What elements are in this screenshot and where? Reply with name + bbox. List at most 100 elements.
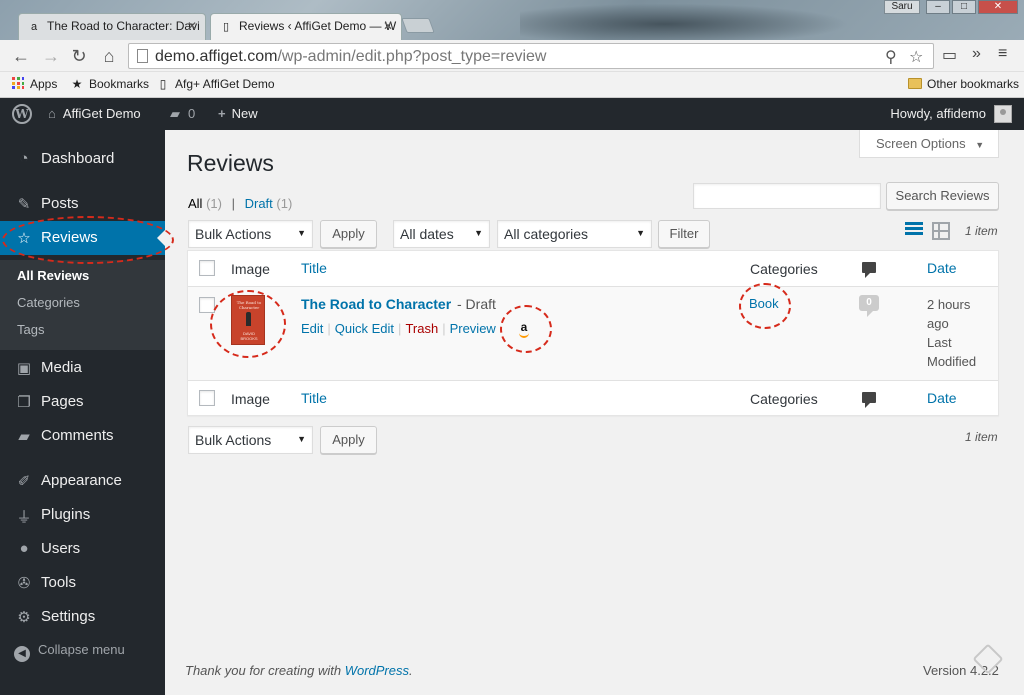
post-title-link[interactable]: The Road to Character: [301, 296, 451, 312]
address-bar[interactable]: demo.affiget.com/wp-admin/edit.php?post_…: [128, 43, 934, 69]
search-reviews-button[interactable]: Search Reviews: [886, 182, 999, 210]
wordpress-link[interactable]: WordPress: [345, 663, 409, 678]
row-checkbox[interactable]: [199, 297, 215, 313]
site-name-link[interactable]: ⌂ AffiGet Demo: [48, 106, 141, 121]
comment-icon: ▰: [170, 106, 180, 121]
sidebar-item-tools[interactable]: ✇ Tools: [0, 566, 165, 600]
comment-column-icon[interactable]: [862, 392, 876, 408]
dropdown-arrow-icon: ▼: [297, 434, 306, 444]
select-all-checkbox[interactable]: [199, 260, 215, 276]
bulk-actions-select[interactable]: Bulk Actions ▼: [188, 220, 313, 248]
profile-button[interactable]: Saru: [884, 0, 920, 14]
folder-icon: [908, 78, 922, 89]
wordpress-logo-icon[interactable]: W: [12, 104, 32, 124]
howdy-user[interactable]: Howdy, affidemo: [890, 106, 986, 121]
avatar[interactable]: [994, 105, 1012, 123]
submenu-categories[interactable]: Categories: [17, 295, 80, 310]
sidebar-item-plugins[interactable]: ⏚ Plugins: [0, 498, 165, 532]
cast-icon[interactable]: ▭: [942, 45, 957, 65]
list-view-icon[interactable]: [905, 222, 923, 240]
pushpin-icon: ✎: [17, 196, 31, 213]
sidebar-item-comments[interactable]: ▰ Comments: [0, 419, 165, 453]
sidebar-item-posts[interactable]: ✎ Posts: [0, 187, 165, 221]
apply-button[interactable]: Apply: [320, 220, 377, 248]
submenu-all-reviews[interactable]: All Reviews: [17, 268, 89, 283]
date-filter-select[interactable]: All dates ▼: [393, 220, 490, 248]
trash-link[interactable]: Trash: [405, 321, 438, 336]
comments-link[interactable]: ▰ 0: [170, 106, 195, 122]
category-filter-select[interactable]: All categories ▼: [497, 220, 652, 248]
tab-title: Reviews ‹ AffiGet Demo — W: [239, 19, 397, 33]
bookmark-apps[interactable]: Apps: [12, 77, 57, 91]
sidebar-item-pages[interactable]: ❐ Pages: [0, 385, 165, 419]
column-title-sort[interactable]: Title: [301, 260, 327, 276]
collapse-menu-button[interactable]: ◀ Collapse menu: [14, 642, 125, 662]
table-header: Image Title Categories Date: [188, 251, 998, 287]
book-cover-author: DAVID BROOKS: [240, 331, 258, 341]
other-bookmarks[interactable]: Other bookmarks: [908, 77, 1019, 91]
filter-all[interactable]: All (1): [188, 196, 222, 211]
plus-icon: +: [218, 106, 226, 121]
search-input[interactable]: [693, 183, 881, 209]
excerpt-view-icon[interactable]: [932, 222, 950, 240]
home-icon[interactable]: ⌂: [98, 45, 120, 67]
sidebar-item-reviews[interactable]: ☆ Reviews: [0, 221, 165, 255]
sidebar-item-dashboard[interactable]: ◔ Dashboard: [0, 142, 165, 176]
search-engine-icon[interactable]: ⚲: [885, 47, 897, 67]
filter-button[interactable]: Filter: [658, 220, 710, 248]
sidebar-item-users[interactable]: ● Users: [0, 532, 165, 566]
submenu-tags[interactable]: Tags: [17, 322, 44, 337]
comment-column-icon[interactable]: [862, 262, 876, 278]
apply-button-bottom[interactable]: Apply: [320, 426, 377, 454]
reload-icon[interactable]: ↻: [68, 45, 90, 67]
footer-thanks: Thank you for creating with WordPress.: [185, 663, 413, 678]
tab-close-icon[interactable]: ✕: [383, 19, 393, 33]
apps-grid-icon: [12, 77, 24, 89]
bookmarks-bar: Apps ★ Bookmarks ▯ Afg+ AffiGet Demo Other…: [0, 72, 1024, 98]
new-content-link[interactable]: + New: [218, 106, 258, 121]
filter-draft[interactable]: Draft (1): [245, 196, 293, 211]
menu-icon[interactable]: ≡: [998, 45, 1007, 63]
screen-options-button[interactable]: Screen Options ▼: [859, 130, 999, 158]
row-actions: Edit | Quick Edit | Trash | Preview: [301, 321, 496, 336]
browser-tab-1[interactable]: a The Road to Character: Davi ✕: [18, 13, 206, 40]
home-icon: ⌂: [48, 106, 56, 121]
sidebar-item-settings[interactable]: ⚙ Settings: [0, 600, 165, 634]
table-footer: Image Title Categories Date: [188, 380, 998, 415]
back-arrow-icon[interactable]: ←: [10, 45, 32, 67]
column-title-sort[interactable]: Title: [301, 390, 327, 406]
bookmark-star-icon[interactable]: ☆: [909, 47, 923, 67]
amazon-icon[interactable]: a: [517, 321, 531, 338]
edit-link[interactable]: Edit: [301, 321, 323, 336]
comment-count-badge[interactable]: 0: [859, 295, 879, 317]
bulk-actions-select-bottom[interactable]: Bulk Actions ▼: [188, 426, 313, 454]
forward-arrow-icon[interactable]: →: [40, 45, 62, 67]
bookmark-bookmarks[interactable]: ★ Bookmarks: [70, 77, 149, 91]
comment-icon: ▰: [18, 428, 30, 445]
sidebar-item-appearance[interactable]: ✐ Appearance: [0, 464, 165, 498]
maximize-button[interactable]: □: [952, 0, 976, 14]
page-favicon-icon: ▯: [222, 21, 230, 33]
browser-tab-2[interactable]: ▯ Reviews ‹ AffiGet Demo — W ✕: [210, 13, 402, 40]
tab-close-icon[interactable]: ✕: [187, 19, 197, 33]
new-tab-button[interactable]: [401, 18, 435, 33]
status-filters: All (1) | Draft (1): [188, 196, 293, 211]
users-icon: ●: [19, 540, 29, 557]
preview-link[interactable]: Preview: [450, 321, 496, 336]
url-text: demo.affiget.com/wp-admin/edit.php?post_…: [155, 48, 547, 65]
chevron-down-icon: ▼: [975, 140, 985, 150]
column-categories: Categories: [750, 391, 818, 407]
bookmark-affiget-demo[interactable]: ▯ Afg+ AffiGet Demo: [156, 77, 275, 91]
plug-icon: ⏚: [16, 509, 32, 526]
minimize-button[interactable]: –: [926, 0, 950, 14]
category-link[interactable]: Book: [749, 296, 779, 311]
post-state: - Draft: [457, 296, 496, 312]
column-date-sort[interactable]: Date: [927, 390, 957, 406]
extensions-chevron-icon[interactable]: »: [972, 45, 981, 63]
sidebar-item-media[interactable]: ▣ Media: [0, 351, 165, 385]
column-date-sort[interactable]: Date: [927, 260, 957, 276]
quick-edit-link[interactable]: Quick Edit: [335, 321, 394, 336]
book-cover-thumbnail[interactable]: The Road to Character DAVID BROOKS: [231, 295, 265, 345]
close-window-button[interactable]: ✕: [978, 0, 1018, 14]
select-all-checkbox-bottom[interactable]: [199, 390, 215, 406]
